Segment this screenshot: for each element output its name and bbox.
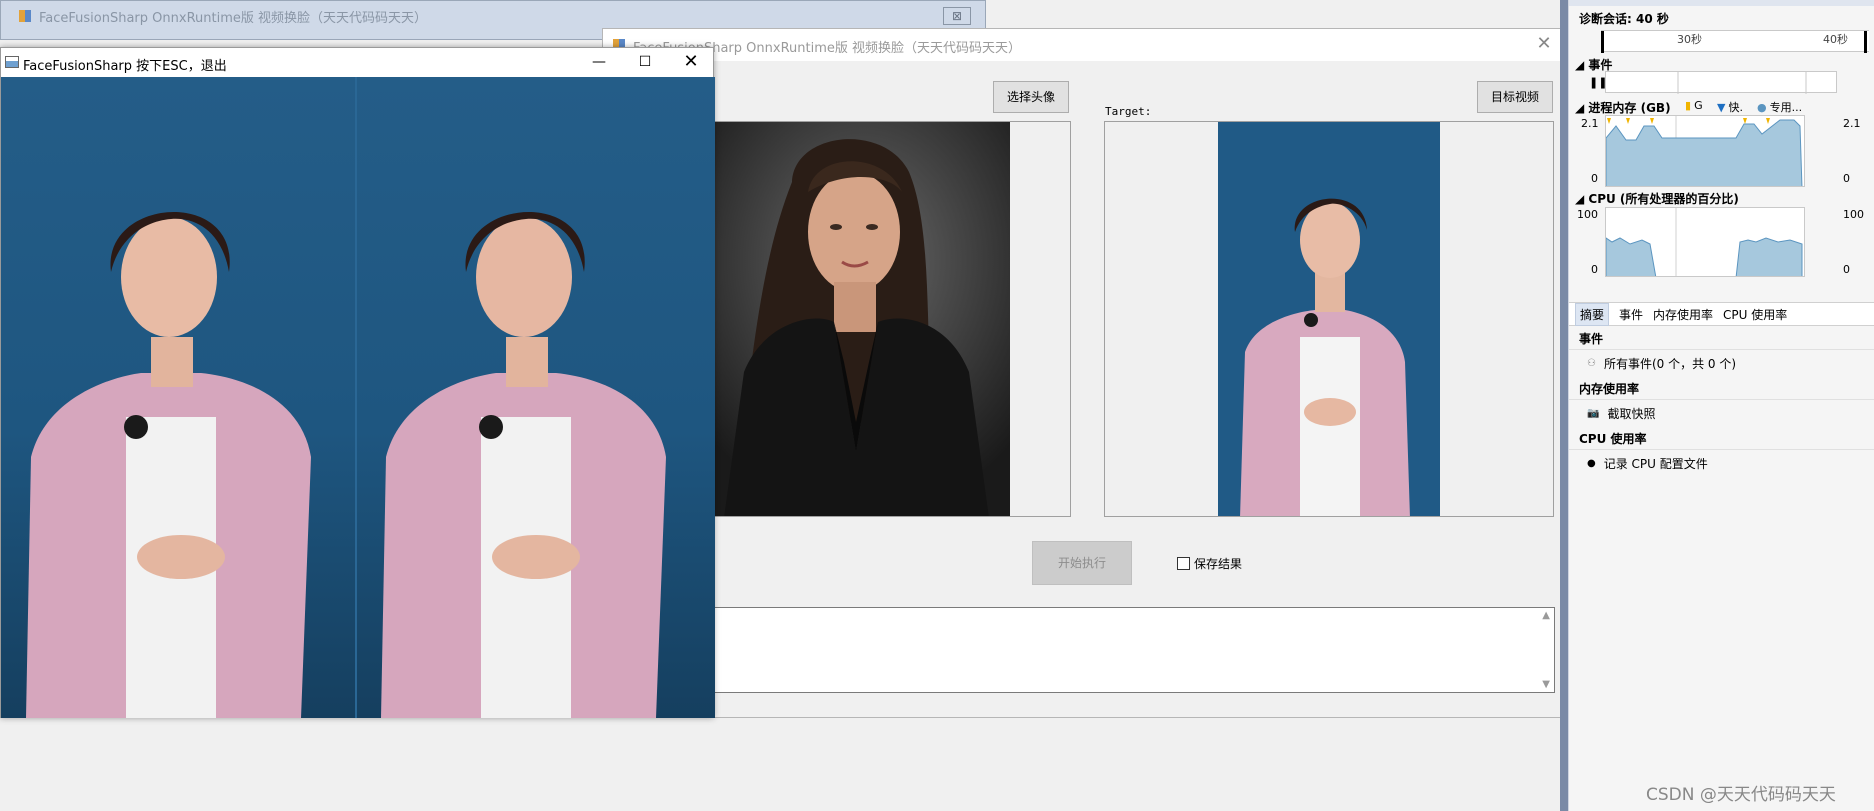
tab-cpu-usage[interactable]: CPU 使用率 — [1723, 306, 1787, 323]
tab-events[interactable]: 事件 — [1619, 306, 1643, 323]
all-events-link[interactable]: ⚇ 所有事件(0 个，共 0 个) — [1587, 353, 1736, 373]
memory-section-title[interactable]: ◢ 进程内存 (GB) — [1575, 99, 1671, 116]
events-section-label: 事件 — [1588, 58, 1613, 72]
timeline-end-handle[interactable] — [1864, 31, 1867, 53]
swapped-frame-figure — [381, 211, 666, 718]
maximize-button[interactable]: ☐ — [625, 50, 665, 74]
cpu-axis-max: 100 — [1577, 208, 1598, 221]
background-close-button[interactable]: ⊠ — [943, 7, 971, 25]
session-duration: 诊断会话: 40 秒 — [1579, 12, 1669, 26]
pane-splitter[interactable] — [1560, 0, 1568, 811]
tab-memory-usage[interactable]: 内存使用率 — [1653, 306, 1713, 323]
legend-private-label: 专用... — [1769, 101, 1803, 114]
main-form-window: FaceFusionSharp OnnxRuntime版 视频换脸（天天代码码天… — [602, 28, 1564, 718]
preview-close-button[interactable]: ✕ — [671, 50, 711, 74]
all-events-label: 所有事件(0 个，共 0 个) — [1603, 356, 1737, 371]
tick-40s: 40秒 — [1823, 33, 1848, 46]
summary-cpu-title: CPU 使用率 — [1569, 428, 1874, 450]
scroll-up-icon[interactable]: ▲ — [1542, 610, 1550, 621]
main-close-button[interactable]: ✕ — [1533, 33, 1555, 55]
scroll-down-icon[interactable]: ▼ — [1542, 679, 1550, 690]
tab-summary[interactable]: 摘要 — [1575, 302, 1610, 326]
events-track-grid — [1677, 72, 1807, 94]
pane-header-strip — [1569, 0, 1874, 6]
legend-gc: ▮ G — [1685, 99, 1703, 112]
save-result-checkbox[interactable]: 保存结果 — [1177, 555, 1242, 572]
cpu-section-title[interactable]: ◢ CPU (所有处理器的百分比) — [1575, 190, 1739, 207]
preview-video-frame — [1, 77, 715, 718]
cpu-axis-min: 0 — [1591, 263, 1598, 276]
summary-memory-title: 内存使用率 — [1569, 378, 1874, 400]
memory-axis-max-right: 2.1 — [1843, 117, 1861, 130]
take-snapshot-label: 截取快照 — [1607, 406, 1656, 421]
legend-gc-label: G — [1694, 99, 1703, 112]
memory-axis-min: 0 — [1591, 172, 1598, 185]
select-face-button[interactable]: 选择头像 — [993, 81, 1069, 113]
source-face-picturebox — [683, 121, 1071, 517]
cpu-axis-min-right: 0 — [1843, 263, 1850, 276]
summary-events-title: 事件 — [1569, 328, 1874, 350]
events-track — [1605, 71, 1837, 94]
save-result-label: 保存结果 — [1194, 557, 1243, 571]
diagnostic-tools-pane: 诊断会话: 40 秒 30秒 40秒 ◢ 事件 ❚❚ ◢ 进程内存 (GB) ▮… — [1568, 0, 1874, 811]
memory-graph[interactable] — [1605, 115, 1805, 187]
preview-frame-image — [26, 77, 666, 718]
preview-window: FaceFusionSharp 按下ESC，退出 — ☐ ✕ — [0, 47, 715, 718]
camera-icon: 📷 — [1587, 407, 1600, 419]
tick-30s: 30秒 — [1677, 33, 1702, 46]
memory-section-label: 进程内存 (GB) — [1588, 101, 1671, 115]
private-bytes-icon: ● — [1757, 100, 1767, 114]
take-snapshot-button[interactable]: 📷 截取快照 — [1587, 403, 1655, 423]
log-textbox[interactable]: ▲ ▼ — [683, 607, 1555, 693]
cpu-axis-max-right: 100 — [1843, 208, 1864, 221]
target-label: Target: — [1105, 105, 1152, 118]
target-video-picturebox — [1104, 121, 1554, 517]
memory-axis-min-right: 0 — [1843, 172, 1850, 185]
target-video-image — [1218, 122, 1440, 516]
gc-marker-icon: ▮ — [1685, 99, 1692, 112]
cpu-graph-plot — [1606, 208, 1803, 276]
snapshot-marker-icon: ▼ — [1717, 100, 1726, 114]
legend-private: ● 专用... — [1757, 99, 1802, 115]
timeline-start-handle[interactable] — [1601, 31, 1604, 53]
cpu-graph[interactable] — [1605, 207, 1805, 277]
original-frame-figure — [26, 211, 311, 718]
legend-snapshot-label: 快. — [1728, 101, 1743, 114]
app-icon — [19, 10, 31, 22]
memory-axis-max: 2.1 — [1581, 117, 1599, 130]
cpu-section-label: CPU (所有处理器的百分比) — [1588, 192, 1739, 206]
start-button[interactable]: 开始执行 — [1032, 541, 1132, 585]
watermark: CSDN @天天代码码天天 — [1646, 785, 1836, 805]
minimize-button[interactable]: — — [579, 50, 619, 74]
record-cpu-profile-label: 记录 CPU 配置文件 — [1603, 456, 1708, 471]
preview-titlebar: FaceFusionSharp 按下ESC，退出 — ☐ ✕ — [1, 48, 713, 77]
record-icon: ● — [1587, 457, 1596, 469]
memory-graph-plot — [1606, 116, 1803, 186]
legend-snapshot: ▼ 快. — [1717, 99, 1743, 115]
diagnostics-tabs: 摘要 事件 内存使用率 CPU 使用率 — [1569, 302, 1874, 326]
checkbox-box[interactable] — [1177, 557, 1190, 570]
timeline-ruler[interactable]: 30秒 40秒 — [1601, 30, 1869, 53]
background-window-title: FaceFusionSharp OnnxRuntime版 视频换脸（天天代码码天… — [39, 11, 428, 26]
record-cpu-profile-button[interactable]: ● 记录 CPU 配置文件 — [1587, 453, 1708, 473]
events-icon: ⚇ — [1587, 357, 1596, 369]
source-face-image — [684, 122, 1010, 516]
window-icon — [5, 56, 19, 68]
preview-window-title: FaceFusionSharp 按下ESC，退出 — [23, 59, 227, 74]
target-video-button[interactable]: 目标视频 — [1477, 81, 1553, 113]
main-titlebar: FaceFusionSharp OnnxRuntime版 视频换脸（天天代码码天… — [603, 29, 1563, 61]
